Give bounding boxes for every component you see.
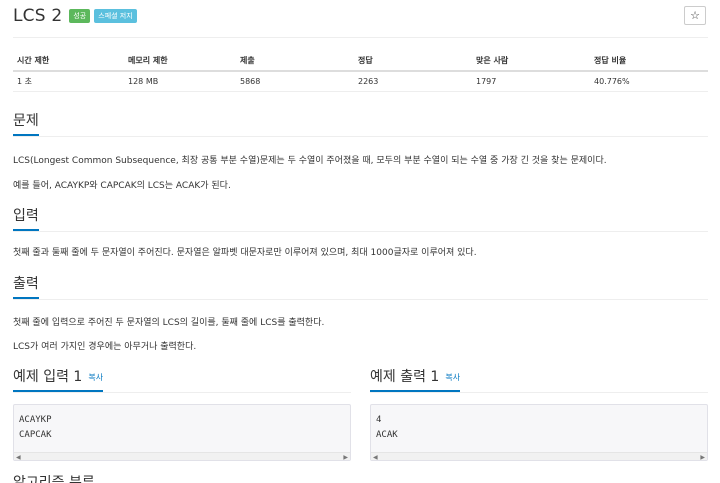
problem-description: LCS(Longest Common Subsequence, 최장 공통 부분… bbox=[13, 156, 607, 166]
success-badge: 성공 bbox=[69, 9, 91, 23]
heading-divider bbox=[13, 136, 708, 137]
scroll-left-icon[interactable]: ◀ bbox=[373, 454, 378, 461]
accepted-value[interactable]: 2263 bbox=[354, 71, 472, 92]
header-submissions: 제출 bbox=[236, 51, 354, 72]
sample-input-line: CAPCAK bbox=[19, 430, 52, 440]
scroll-left-icon[interactable]: ◀ bbox=[16, 454, 21, 461]
input-description: 첫째 줄과 둘째 줄에 두 문자열이 주어진다. 문자열은 알파벳 대문자로만 … bbox=[13, 248, 477, 258]
special-judge-badge[interactable]: 스페셜 저지 bbox=[94, 9, 137, 23]
table-row: 1 초 128 MB 5868 2263 1797 40.776% bbox=[13, 71, 708, 92]
header-time-limit: 시간 제한 bbox=[13, 51, 124, 72]
scroll-right-icon[interactable]: ▶ bbox=[700, 454, 705, 461]
title-divider bbox=[13, 37, 708, 38]
solved-users-value[interactable]: 1797 bbox=[472, 71, 590, 92]
sample-input-heading: 예제 입력 1 복사 bbox=[13, 366, 104, 392]
sample-output-heading-text: 예제 출력 1 bbox=[370, 369, 440, 385]
sample-output-line: ACAK bbox=[376, 430, 398, 440]
output-description: 첫째 줄에 입력으로 주어진 두 문자열의 LCS의 길이를, 둘째 줄에 LC… bbox=[13, 318, 325, 328]
problem-heading: 문제 bbox=[13, 110, 39, 136]
output-section-heading: 출력 bbox=[13, 273, 708, 300]
header-memory-limit: 메모리 제한 bbox=[124, 51, 236, 72]
star-icon: ☆ bbox=[690, 9, 700, 22]
memory-limit-value: 128 MB bbox=[124, 71, 236, 92]
copy-sample-output-button[interactable]: 복사 bbox=[445, 373, 460, 382]
time-limit-value: 1 초 bbox=[13, 71, 124, 92]
sample-input-heading-block: 예제 입력 1 복사 bbox=[13, 366, 351, 393]
heading-divider bbox=[13, 392, 351, 393]
output-heading: 출력 bbox=[13, 273, 39, 299]
heading-divider bbox=[13, 299, 708, 300]
heading-divider bbox=[370, 392, 708, 393]
title-row: LCS 2 성공 스페셜 저지 bbox=[13, 6, 137, 26]
sample-output-scrollbar[interactable]: ◀ ▶ bbox=[371, 452, 707, 461]
problem-example-text: 예를 들어, ACAYKP와 CAPCAK의 LCS는 ACAK가 된다. bbox=[13, 181, 231, 191]
sample-input-scrollbar[interactable]: ◀ ▶ bbox=[14, 452, 350, 461]
algorithm-category-heading: 알고리즘 분류 bbox=[13, 475, 95, 483]
sample-output-heading-block: 예제 출력 1 복사 bbox=[370, 366, 708, 393]
output-note: LCS가 여러 가지인 경우에는 아무거나 출력한다. bbox=[13, 342, 197, 352]
favorite-button[interactable]: ☆ bbox=[684, 6, 706, 25]
heading-divider bbox=[13, 231, 708, 232]
sample-output-line: 4 bbox=[376, 415, 382, 425]
scroll-right-icon[interactable]: ▶ bbox=[343, 454, 348, 461]
input-heading: 입력 bbox=[13, 205, 39, 231]
sample-input-heading-text: 예제 입력 1 bbox=[13, 369, 83, 385]
header-accepted: 정답 bbox=[354, 51, 472, 72]
sample-input-line: ACAYKP bbox=[19, 415, 52, 425]
header-solved-users: 맞은 사람 bbox=[472, 51, 590, 72]
accept-ratio-value: 40.776% bbox=[590, 71, 708, 92]
input-section-heading: 입력 bbox=[13, 205, 708, 232]
copy-sample-input-button[interactable]: 복사 bbox=[88, 373, 103, 382]
problem-section-heading: 문제 bbox=[13, 110, 708, 137]
submissions-value[interactable]: 5868 bbox=[236, 71, 354, 92]
problem-info-table: 시간 제한 메모리 제한 제출 정답 맞은 사람 정답 비율 1 초 128 M… bbox=[13, 51, 708, 92]
table-header-row: 시간 제한 메모리 제한 제출 정답 맞은 사람 정답 비율 bbox=[13, 51, 708, 72]
header-accept-ratio: 정답 비율 bbox=[590, 51, 708, 72]
sample-output-heading: 예제 출력 1 복사 bbox=[370, 366, 461, 392]
problem-title: LCS 2 bbox=[13, 6, 63, 26]
